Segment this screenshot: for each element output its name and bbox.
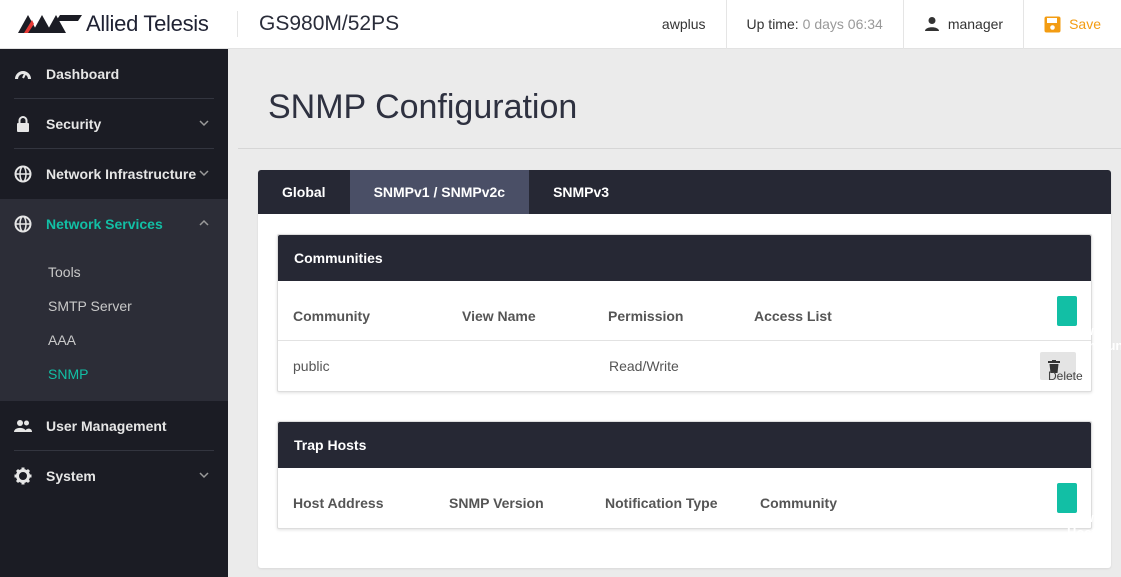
- delete-button[interactable]: Delete: [1040, 352, 1083, 383]
- users-icon: [14, 417, 32, 435]
- tab-bar: Global SNMPv1 / SNMPv2c SNMPv3: [258, 170, 1111, 214]
- community-cell: public: [293, 358, 330, 374]
- brand-name: Allied Telesis: [86, 11, 209, 36]
- user-icon: [924, 17, 939, 31]
- communities-panel: Communities Community View Name Permissi…: [277, 234, 1121, 392]
- sidebar-item-network-infrastructure[interactable]: Network Infrastructure: [0, 149, 228, 199]
- sidebar-item-system[interactable]: System: [0, 451, 228, 501]
- uptime: Up time: 0 days 06:34: [725, 0, 903, 49]
- column-header: Host Address: [293, 495, 384, 511]
- uptime-label: Up time:: [746, 16, 799, 32]
- trap-hosts-panel: Trap Hosts Host Address SNMP Version Not…: [277, 421, 1096, 540]
- chevron-down-icon: [199, 472, 209, 479]
- trap-hosts-header-row: Host Address SNMP Version Notification T…: [278, 468, 1096, 540]
- table-row: public Read/Write Delete: [278, 341, 1091, 391]
- allied-telesis-logo-icon: [18, 15, 82, 33]
- trap-hosts-title: Trap Hosts: [278, 422, 1091, 468]
- page-title: SNMP Configuration: [268, 88, 578, 126]
- save-label: Save: [1069, 16, 1101, 32]
- sidebar-item-security[interactable]: Security: [0, 99, 228, 149]
- sidebar-item-user-management[interactable]: User Management: [0, 401, 228, 451]
- lock-icon: [14, 115, 32, 133]
- sidebar-subitem-aaa[interactable]: AAA: [0, 323, 228, 357]
- chevron-up-icon: [199, 219, 209, 226]
- dashboard-icon: [14, 65, 32, 83]
- save-button[interactable]: Save: [1023, 0, 1121, 49]
- new-host-button[interactable]: + New Host: [1057, 483, 1096, 540]
- chevron-down-icon: [199, 170, 209, 177]
- column-header: Community: [293, 308, 370, 324]
- divider: [238, 148, 1121, 149]
- user-menu[interactable]: manager: [902, 0, 1023, 49]
- tab-snmpv1-v2c[interactable]: SNMPv1 / SNMPv2c: [349, 170, 530, 214]
- column-header: SNMP Version: [449, 495, 544, 511]
- globe-icon: [14, 165, 32, 183]
- column-header: Notification Type: [605, 495, 718, 511]
- tab-global[interactable]: Global: [258, 170, 350, 214]
- column-header: Community: [760, 495, 837, 511]
- save-icon: [1044, 16, 1061, 32]
- new-host-label: New Host: [1067, 510, 1096, 540]
- sidebar-item-label: Dashboard: [46, 66, 120, 82]
- permission-cell: Read/Write: [609, 358, 679, 374]
- snmp-card: Global SNMPv1 / SNMPv2c SNMPv3 Communiti…: [258, 170, 1121, 568]
- sidebar-item-label: User Management: [46, 418, 167, 434]
- sidebar-subitem-smtp-server[interactable]: SMTP Server: [0, 289, 228, 323]
- delete-label: Delete: [1048, 369, 1083, 383]
- top-header: Allied Telesis GS980M/52PS awplus Up tim…: [0, 0, 1121, 49]
- brand-logo[interactable]: Allied Telesis: [0, 11, 238, 37]
- column-header: View Name: [462, 308, 536, 324]
- device-model: GS980M/52PS: [259, 12, 400, 35]
- sidebar: Dashboard Security Network Infrastructur…: [0, 49, 228, 577]
- column-header: Permission: [608, 308, 684, 324]
- communities-header-row: Community View Name Permission Access Li…: [278, 281, 1121, 353]
- uptime-value: 0 days 06:34: [802, 16, 883, 32]
- username: manager: [947, 16, 1004, 32]
- chevron-down-icon: [199, 120, 209, 127]
- sidebar-item-label: Network Services: [46, 216, 163, 232]
- sidebar-item-label: System: [46, 468, 96, 484]
- sidebar-subitem-snmp[interactable]: SNMP: [0, 357, 228, 391]
- sidebar-item-dashboard[interactable]: Dashboard: [0, 49, 228, 99]
- communities-title: Communities: [278, 235, 1091, 281]
- sidebar-subitem-tools[interactable]: Tools: [0, 255, 228, 289]
- tab-snmpv3[interactable]: SNMPv3: [529, 170, 633, 214]
- network-services-submenu: Tools SMTP Server AAA SNMP: [0, 249, 228, 401]
- gear-icon: [14, 467, 32, 485]
- hostname: awplus: [661, 16, 706, 32]
- sidebar-item-network-services[interactable]: Network Services: [0, 199, 228, 249]
- globe-icon: [14, 215, 32, 233]
- sidebar-item-label: Security: [46, 116, 102, 132]
- new-community-button[interactable]: + New Community: [1057, 296, 1121, 353]
- sidebar-item-label: Network Infrastructure: [46, 166, 197, 182]
- column-header: Access List: [754, 308, 832, 324]
